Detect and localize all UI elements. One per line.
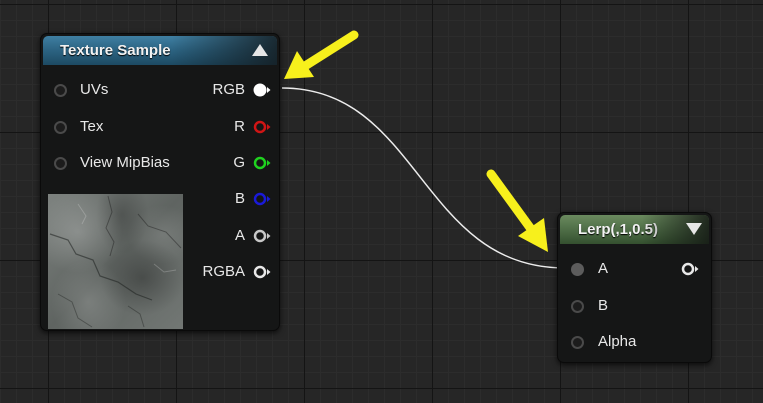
pin-label: View MipBias xyxy=(80,154,170,171)
lerp-header[interactable]: Lerp(,1,0.5) xyxy=(560,215,709,244)
pin-label: RGBA xyxy=(202,263,245,280)
output-pin-icon[interactable] xyxy=(253,265,271,279)
input-pin-alpha[interactable]: Alpha xyxy=(558,332,658,352)
pin-label: Alpha xyxy=(598,333,637,350)
node-title: Texture Sample xyxy=(60,42,171,59)
pin-label: A xyxy=(234,227,245,244)
input-pin-b[interactable]: B xyxy=(558,296,648,316)
texture-sample-node[interactable]: Texture Sample UVs Tex View MipBias RGB … xyxy=(40,33,280,331)
input-pin-tex[interactable]: Tex xyxy=(41,117,181,137)
pin-circle-connected-icon[interactable] xyxy=(571,263,584,276)
texture-sample-header[interactable]: Texture Sample xyxy=(43,36,277,65)
node-title: Lerp(,1,0.5) xyxy=(578,221,659,238)
pin-label: B xyxy=(234,190,245,207)
output-pin-icon[interactable] xyxy=(253,229,271,243)
output-pin-b[interactable]: B xyxy=(191,189,271,209)
expand-arrow-icon[interactable] xyxy=(686,223,702,235)
pin-label: Tex xyxy=(80,118,104,135)
output-pin-icon[interactable] xyxy=(253,156,271,170)
pin-label: G xyxy=(233,154,245,171)
pin-label: B xyxy=(598,297,609,314)
output-pin-icon[interactable] xyxy=(253,120,271,134)
input-pin-uvs[interactable]: UVs xyxy=(41,80,181,100)
pin-circle-icon[interactable] xyxy=(54,121,67,134)
pin-circle-icon[interactable] xyxy=(54,157,67,170)
output-pin-rgb[interactable]: RGB xyxy=(191,80,271,100)
pin-label: R xyxy=(234,118,245,135)
pin-label: A xyxy=(598,260,609,277)
texture-preview-image xyxy=(48,194,183,329)
lerp-node[interactable]: Lerp(,1,0.5) A B Alpha xyxy=(557,212,712,363)
annotation-arrow-icon xyxy=(284,30,359,79)
output-pin-a[interactable]: A xyxy=(191,226,271,246)
pin-circle-icon[interactable] xyxy=(54,84,67,97)
pin-circle-icon[interactable] xyxy=(571,300,584,313)
input-pin-a[interactable]: A xyxy=(558,259,648,279)
output-pin-filled-icon[interactable] xyxy=(253,83,271,97)
annotation-arrow-icon xyxy=(486,169,548,252)
output-pin-g[interactable]: G xyxy=(191,153,271,173)
input-pin-view-mipbias[interactable]: View MipBias xyxy=(41,153,191,173)
pin-circle-icon[interactable] xyxy=(571,336,584,349)
collapse-arrow-icon[interactable] xyxy=(252,44,268,56)
output-pin-r[interactable]: R xyxy=(191,117,271,137)
output-pin-icon[interactable] xyxy=(253,192,271,206)
pin-label: UVs xyxy=(80,81,109,98)
pin-label: RGB xyxy=(212,81,245,98)
output-pin-rgba[interactable]: RGBA xyxy=(191,262,271,282)
output-pin-icon[interactable] xyxy=(681,262,699,276)
